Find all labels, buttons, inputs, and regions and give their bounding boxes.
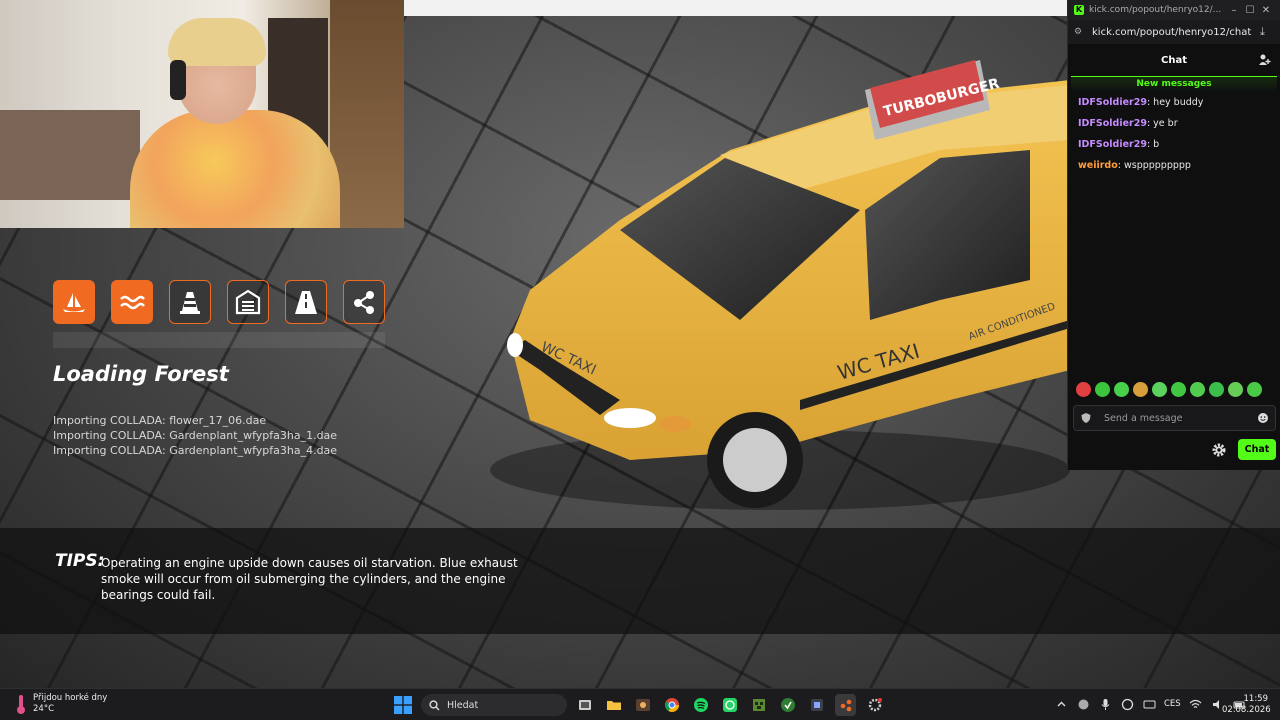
system-tray: CES (1054, 697, 1247, 711)
chat-url[interactable]: kick.com/popout/henryo12/chat (1092, 27, 1260, 38)
emote-icon[interactable] (1076, 382, 1091, 397)
spotify-icon[interactable] (690, 694, 711, 716)
chat-username[interactable]: IDFSoldier29 (1078, 97, 1147, 108)
chat-header-title: Chat (1161, 54, 1187, 66)
traffic-cone-icon (169, 280, 211, 324)
windows-start-icon[interactable] (394, 696, 412, 714)
tips-label: TIPS: (55, 551, 105, 571)
keyboard-icon[interactable] (1142, 697, 1156, 711)
windows-taskbar: Přijdou horké dny 24°C Hledat CES 11:59 … (0, 688, 1280, 720)
whatsapp-icon[interactable] (719, 694, 740, 716)
shield-tray-icon[interactable] (1120, 697, 1134, 711)
gear-icon[interactable] (1211, 442, 1227, 458)
language-indicator[interactable]: CES (1164, 699, 1181, 709)
chat-message: IDFSoldier29: ye br (1078, 117, 1270, 138)
chat-message: IDFSoldier29: hey buddy (1078, 96, 1270, 117)
emote-icon[interactable] (1209, 382, 1224, 397)
shield-icon (1081, 413, 1091, 423)
taxi-car-image: TURBOBURGER WC TAXI WC TAXI AIR CONDITIO… (490, 60, 1070, 510)
task-view-icon[interactable] (574, 694, 595, 716)
chat-send-button[interactable]: Chat (1238, 439, 1276, 460)
emote-icon[interactable] (1114, 382, 1129, 397)
maximize-button[interactable]: ☐ (1242, 5, 1258, 16)
import-log-line: Importing COLLADA: Gardenplant_wfypfa3ha… (53, 444, 338, 457)
settings-app-icon[interactable] (864, 694, 885, 716)
chat-username[interactable]: weiirdo (1078, 160, 1118, 171)
site-info-icon[interactable]: ⚙ (1074, 27, 1086, 37)
weather-temp: 24°C (33, 704, 55, 714)
road-icon (285, 280, 327, 324)
import-log-line: Importing COLLADA: Gardenplant_wfypfa3ha… (53, 429, 338, 442)
chat-url-bar: ⚙ kick.com/popout/henryo12/chat ⤓ (1068, 20, 1280, 44)
emote-icon[interactable] (1152, 382, 1167, 397)
minimize-button[interactable]: – (1226, 5, 1242, 16)
search-icon (429, 699, 440, 710)
vpn-icon[interactable] (1076, 697, 1090, 711)
webcam-overlay (0, 0, 404, 228)
clock-time: 11:59 (1243, 694, 1269, 704)
app-launcher-icon[interactable] (806, 694, 827, 716)
emote-icon[interactable] (1095, 382, 1110, 397)
chat-message-text: : hey buddy (1146, 97, 1204, 108)
emote-icon[interactable] (1171, 382, 1186, 397)
chat-username[interactable]: IDFSoldier29 (1078, 139, 1147, 150)
chat-message-text: : ye br (1146, 118, 1178, 129)
top-strip (404, 0, 1068, 16)
chat-window-title: kick.com/popout/henryo12/... (1089, 5, 1222, 15)
emote-bar (1076, 382, 1262, 397)
minecraft-icon[interactable] (748, 694, 769, 716)
chat-message-text: : wsppppppppp (1117, 160, 1191, 171)
garage-icon (227, 280, 269, 324)
kick-logo-icon: K (1074, 5, 1084, 15)
taskbar-clock[interactable]: 11:59 02.08.2026 (1222, 694, 1271, 716)
kick-chat-popout: K kick.com/popout/henryo12/... – ☐ ✕ ⚙ k… (1067, 0, 1280, 470)
taskbar-search[interactable]: Hledat (421, 694, 567, 716)
emoji-icon[interactable] (1257, 412, 1269, 424)
import-log: Importing COLLADA: flower_17_06.dae Impo… (53, 413, 337, 458)
app-green-icon[interactable] (777, 694, 798, 716)
emote-icon[interactable] (1190, 382, 1205, 397)
chat-window-titlebar: K kick.com/popout/henryo12/... – ☐ ✕ (1068, 0, 1280, 20)
file-explorer-icon[interactable] (603, 694, 624, 716)
thermometer-icon (17, 695, 25, 714)
emote-icon[interactable] (1228, 382, 1243, 397)
beamng-icon[interactable] (835, 694, 856, 716)
weather-title: Přijdou horké dny (33, 693, 108, 703)
microphone-icon[interactable] (1098, 697, 1112, 711)
loading-title: Loading Forest (53, 362, 229, 386)
taskbar-apps (574, 694, 885, 716)
wifi-icon[interactable] (1189, 697, 1203, 711)
emote-icon[interactable] (1133, 382, 1148, 397)
users-icon[interactable] (1258, 53, 1272, 67)
chat-message: weiirdo: wsppppppppp (1078, 159, 1270, 180)
water-icon (111, 280, 153, 324)
clock-date: 02.08.2026 (1222, 705, 1271, 715)
search-label: Hledat (447, 699, 479, 711)
new-messages-divider: New messages (1071, 76, 1277, 92)
tips-panel: TIPS: Operating an engine upside down ca… (0, 528, 1280, 634)
tips-text: Operating an engine upside down causes o… (101, 556, 518, 602)
boat-icon (53, 280, 95, 324)
chat-header: Chat (1068, 44, 1280, 76)
mode-icons-backdrop (53, 332, 385, 348)
chat-message-input[interactable] (1104, 412, 1257, 424)
chat-message: IDFSoldier29: b (1078, 138, 1270, 159)
close-button[interactable]: ✕ (1258, 5, 1274, 16)
emote-icon[interactable] (1247, 382, 1262, 397)
import-log-line: Importing COLLADA: flower_17_06.dae (53, 414, 267, 427)
mode-icons-row (53, 280, 385, 324)
weather-widget[interactable]: Přijdou horké dny 24°C (14, 693, 107, 715)
chat-input-box[interactable] (1073, 405, 1276, 431)
chrome-icon[interactable] (661, 694, 682, 716)
chat-username[interactable]: IDFSoldier29 (1078, 118, 1147, 129)
chat-messages: IDFSoldier29: hey buddy IDFSoldier29: ye… (1068, 92, 1280, 184)
download-icon[interactable]: ⤓ (1260, 25, 1274, 39)
chevron-up-icon[interactable] (1054, 697, 1068, 711)
chat-message-text: : b (1146, 139, 1160, 150)
photos-icon[interactable] (632, 694, 653, 716)
network-icon (343, 280, 385, 324)
